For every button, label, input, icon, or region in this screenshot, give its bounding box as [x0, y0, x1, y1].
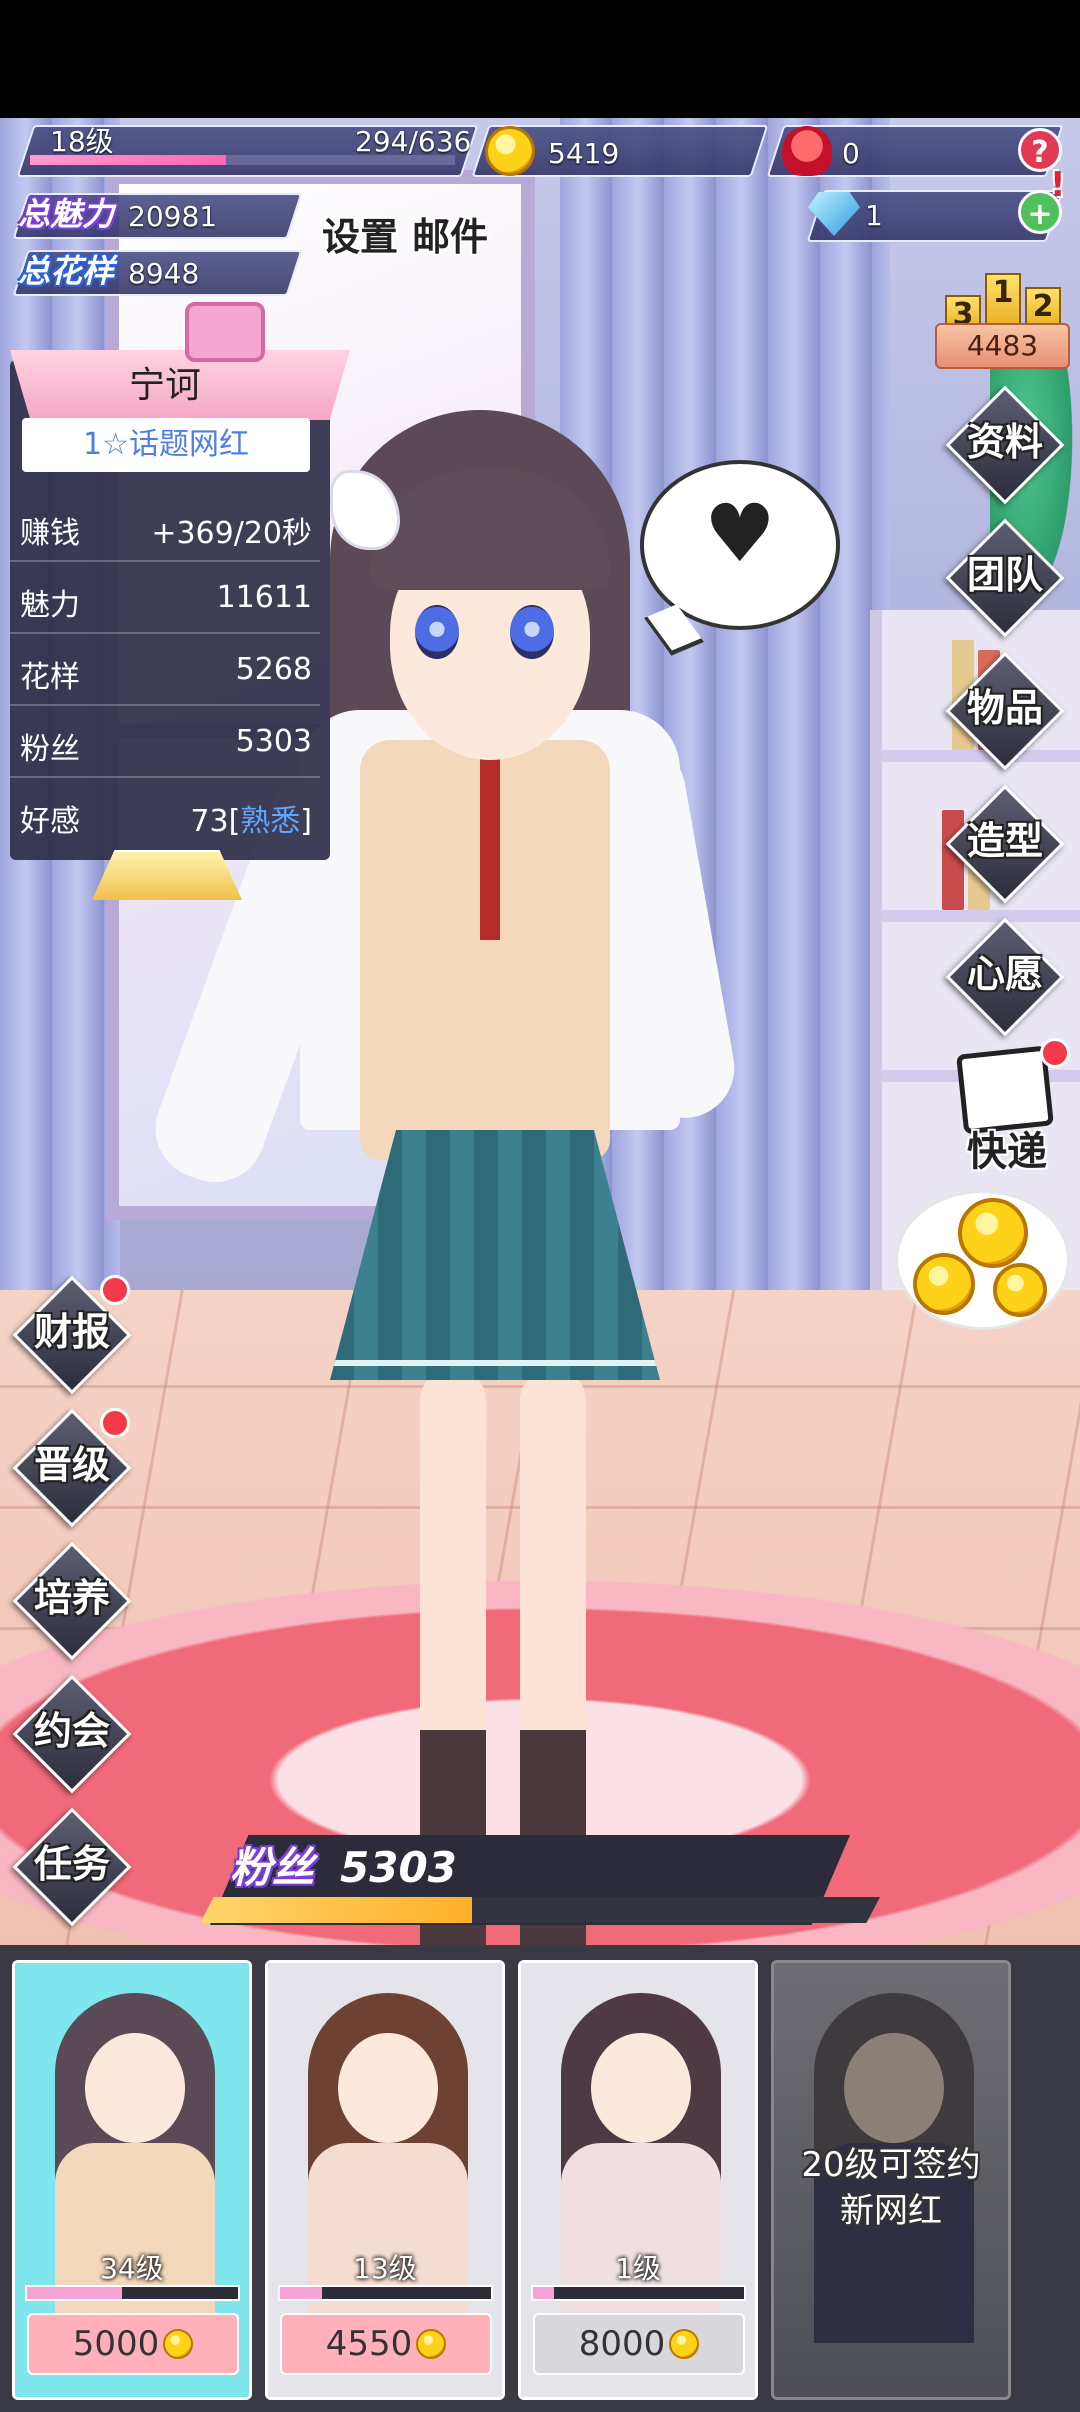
total-charm-value: 20981 [128, 200, 218, 233]
stat-key: 花样 [20, 660, 80, 695]
stat-value: 5303 [235, 724, 312, 759]
team-button[interactable]: 团队 [945, 518, 1065, 638]
rose-icon [782, 126, 832, 176]
panel-collapse-tab[interactable] [92, 850, 242, 900]
card-progress [531, 2285, 746, 2301]
card-progress [278, 2285, 493, 2301]
settings-button[interactable]: 设置 [322, 218, 398, 256]
coin-icon [669, 2329, 700, 2359]
tasks-button[interactable]: 任务 [12, 1807, 132, 1927]
mail-button[interactable]: 邮件 [412, 218, 488, 256]
stat-row-fans: 粉丝 5303 [10, 706, 320, 778]
player-xp: 294/636 [355, 125, 472, 158]
wish-button[interactable]: 心愿 [945, 917, 1065, 1037]
fans-label: 粉丝 [230, 1843, 315, 1892]
fans-progress: 粉丝 5303 [190, 1835, 890, 1930]
total-style-label: 总花样 [18, 252, 115, 290]
game-screen: ♥ 18级 294/636 5419 0 ? 1 + ! 总魅力 20981 总… [0, 0, 1080, 2412]
alert-mark: ! [1050, 165, 1066, 205]
styling-button[interactable]: 造型 [945, 784, 1065, 904]
character-card[interactable]: 1级 8000 [518, 1960, 758, 2400]
stat-value: 11611 [216, 580, 312, 615]
package-icon [956, 1045, 1054, 1135]
stat-row-earn: 赚钱 +369/20秒 [10, 490, 320, 562]
stat-value: +369/20秒 [151, 516, 312, 551]
fans-value: 5303 [340, 1843, 457, 1892]
affection-value: 73[熟悉] [190, 804, 312, 839]
character-name: 宁诃 [128, 365, 201, 406]
coin-count: 5419 [548, 137, 620, 170]
promote-notification-dot [100, 1408, 130, 1438]
stat-row-affection: 好感 73[熟悉] [10, 778, 320, 850]
train-button[interactable]: 培养 [12, 1541, 132, 1661]
stat-key: 粉丝 [20, 732, 80, 767]
character-card[interactable]: 13级 4550 [265, 1960, 505, 2400]
coin-icon [163, 2329, 194, 2359]
coin-icon [993, 1263, 1047, 1317]
profile-button[interactable]: 资料 [945, 385, 1065, 505]
stat-key: 好感 [20, 804, 80, 839]
status-bar-area [0, 0, 1080, 118]
items-button[interactable]: 物品 [945, 651, 1065, 771]
xp-progress [30, 155, 455, 165]
collect-coins-bubble[interactable] [895, 1190, 1070, 1330]
affection-state: 熟悉 [240, 804, 301, 839]
total-charm-label: 总魅力 [18, 195, 115, 233]
heart-gesture-bubble: ♥ [640, 460, 840, 656]
diamond-count: 1 [865, 199, 883, 232]
rose-count: 0 [842, 137, 860, 170]
express-notification-dot [1040, 1038, 1070, 1068]
coin-icon [958, 1198, 1028, 1268]
upgrade-cost-button[interactable]: 8000 [533, 2313, 745, 2375]
stat-key: 魅力 [20, 588, 80, 623]
report-notification-dot [100, 1275, 130, 1305]
stat-row-charm: 魅力 11611 [10, 562, 320, 634]
finger-heart-icon: ♥ [704, 487, 776, 580]
card-level: 1级 [615, 2252, 661, 2285]
coin-icon [416, 2329, 447, 2359]
coin-icon [913, 1253, 975, 1315]
ranking-value[interactable]: 4483 [935, 323, 1070, 369]
stat-value: 5268 [235, 652, 312, 687]
stat-key: 赚钱 [20, 516, 80, 551]
locked-character-card[interactable]: 20级可签约 新网红 [771, 1960, 1011, 2400]
player-level: 18级 [50, 125, 114, 158]
upgrade-cost-button[interactable]: 4550 [280, 2313, 492, 2375]
unlock-requirement: 20级可签约 新网红 [801, 2145, 981, 2231]
card-level: 34级 [100, 2252, 164, 2285]
stat-row-style: 花样 5268 [10, 634, 320, 706]
upgrade-cost-button[interactable]: 5000 [27, 2313, 239, 2375]
card-progress [25, 2285, 240, 2301]
coin-icon [485, 126, 535, 176]
date-button[interactable]: 约会 [12, 1674, 132, 1794]
card-level: 13级 [353, 2252, 417, 2285]
fans-track [200, 1897, 880, 1923]
character-card[interactable]: 34级 5000 [12, 1960, 252, 2400]
total-style-value: 8948 [128, 257, 200, 290]
gift-bow-icon [185, 302, 265, 362]
character-title: 1☆话题网红 [22, 418, 310, 472]
